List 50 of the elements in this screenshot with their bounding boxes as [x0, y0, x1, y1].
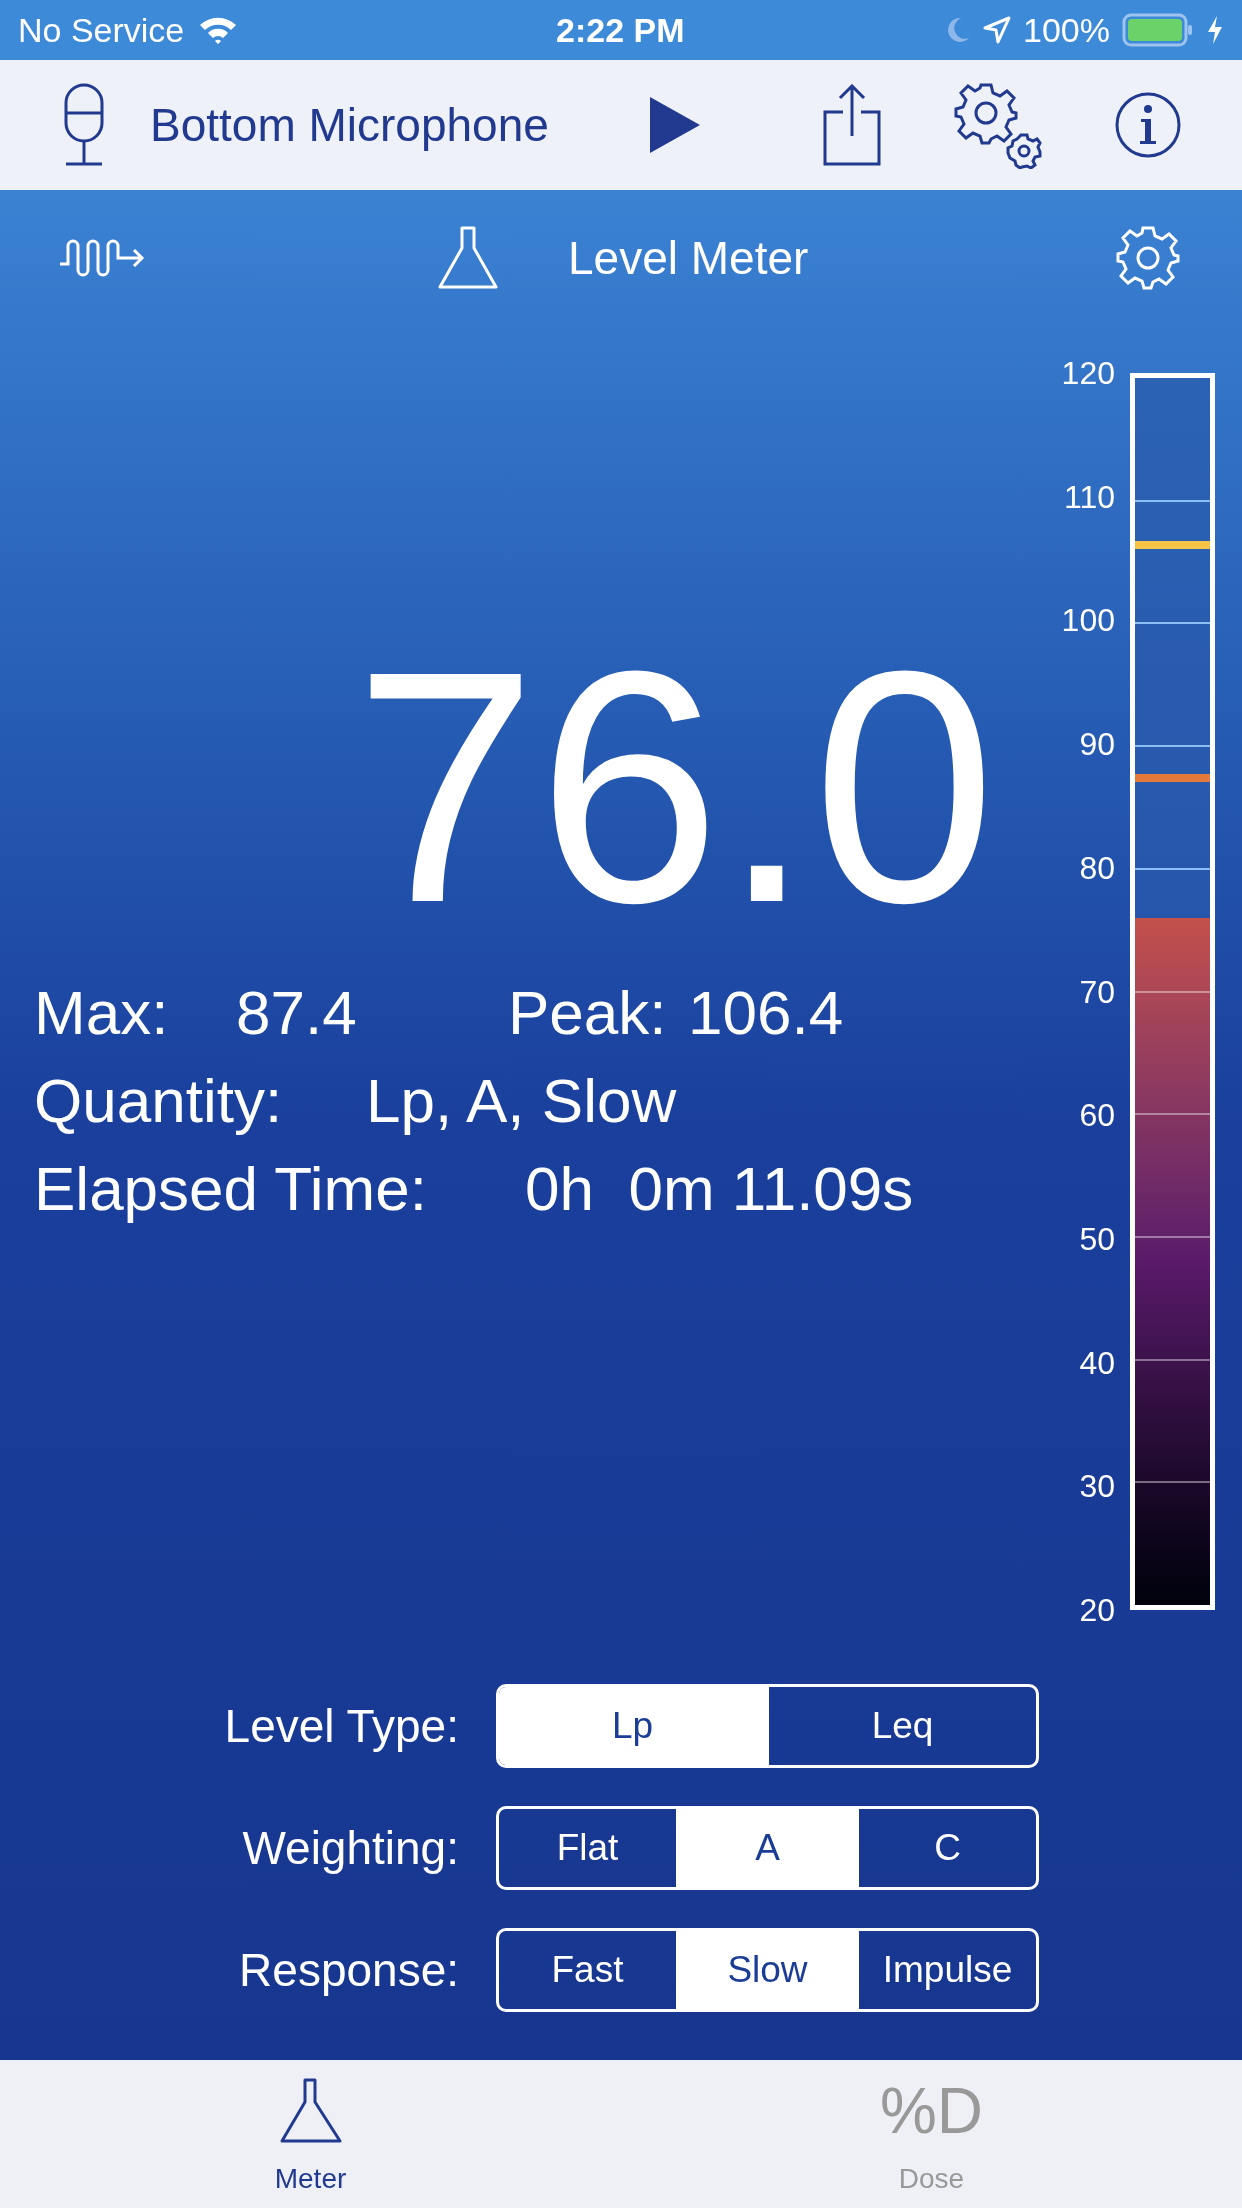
scale-label: 60	[1079, 1099, 1115, 1132]
peak-value: 106.4	[688, 977, 844, 1049]
scale-label: 20	[1079, 1594, 1115, 1626]
wifi-icon	[198, 15, 239, 45]
quantity-value: Lp, A, Slow	[366, 1065, 677, 1137]
scale-label: 50	[1079, 1222, 1115, 1255]
screen-title: Level Meter	[568, 230, 809, 286]
settings-icon[interactable]	[954, 81, 1042, 169]
scale-label: 90	[1079, 728, 1115, 761]
scale-label: 120	[1061, 357, 1115, 389]
segment-option[interactable]: C	[856, 1809, 1036, 1887]
scale-label: 70	[1079, 975, 1115, 1008]
time-text: 2:22 PM	[556, 9, 685, 51]
waveform-arrow-icon[interactable]	[58, 238, 146, 278]
scale-label: 100	[1061, 604, 1115, 637]
segment-option[interactable]: Flat	[499, 1809, 676, 1887]
battery-text: 100%	[1023, 9, 1110, 51]
scale-label: 40	[1079, 1346, 1115, 1379]
elapsed-time-label: Elapsed Time:	[34, 1153, 428, 1225]
segment-option[interactable]: Fast	[499, 1931, 676, 2009]
scale-label: 110	[1064, 480, 1115, 513]
carrier-text: No Service	[18, 9, 185, 51]
peak-label: Peak:	[508, 977, 668, 1049]
scale-label: 80	[1079, 851, 1115, 884]
scale-label: 30	[1079, 1470, 1115, 1503]
location-icon	[983, 16, 1012, 44]
sound-level-reading: 76.0	[353, 622, 996, 952]
segment-option[interactable]: Impulse	[856, 1931, 1036, 2009]
max-label: Max:	[34, 977, 170, 1049]
segment-option[interactable]: Leq	[766, 1687, 1036, 1765]
segment-option[interactable]: Slow	[676, 1931, 856, 2009]
flask-icon	[437, 226, 499, 290]
segment-option[interactable]: Lp	[499, 1687, 766, 1765]
tab-glyph: %D	[879, 2078, 984, 2144]
input-source-label[interactable]: Bottom Microphone	[150, 90, 549, 160]
control-label: Level Type:	[223, 1698, 460, 1754]
share-icon[interactable]	[823, 84, 881, 166]
settings-icon[interactable]	[1115, 225, 1181, 291]
flask-icon	[278, 2078, 343, 2144]
control-label: Response:	[238, 1942, 460, 1998]
battery-icon	[1122, 13, 1194, 47]
segment-option[interactable]: A	[676, 1809, 856, 1887]
charging-bolt-icon	[1206, 15, 1224, 45]
quantity-label: Quantity:	[34, 1065, 284, 1137]
max-value: 87.4	[236, 977, 358, 1049]
control-label: Weighting:	[241, 1820, 460, 1876]
info-icon[interactable]	[1114, 91, 1182, 159]
play-icon[interactable]	[648, 95, 702, 155]
elapsed-time-value: 0h 0m 11.09s	[525, 1153, 914, 1225]
tab[interactable]: Meter	[0, 2060, 621, 2208]
